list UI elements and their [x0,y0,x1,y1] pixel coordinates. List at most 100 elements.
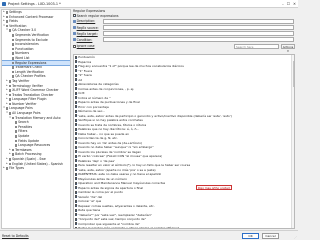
node-icon [14,135,18,138]
condition-field[interactable] [103,37,294,43]
search-regex-label: Search regular expressions [76,13,119,18]
close-button[interactable]: ✕ [293,2,296,6]
regex-target-row: RegEx target: [73,31,296,37]
minimize-button[interactable]: – [282,2,284,6]
rule-enabled-checkbox[interactable] [74,141,77,145]
rule-enabled-checkbox[interactable] [74,159,77,163]
rule-enabled-checkbox[interactable] [74,105,77,109]
search-regex-option[interactable]: Search regular expressions [73,14,296,19]
node-icon [11,33,15,37]
ok-button[interactable]: OK [242,233,259,239]
target-icon [73,32,76,35]
node-icon [5,20,9,23]
rule-enabled-checkbox[interactable] [74,128,77,132]
rule-enabled-checkbox[interactable] [74,56,77,60]
rule-enabled-checkbox[interactable] [74,119,77,123]
ignore-case-label: Ignore case [76,44,95,49]
node-icon [8,102,12,106]
condition-icon [73,38,76,42]
rule-enabled-checkbox[interactable] [74,132,77,136]
rule-enabled-checkbox[interactable] [74,96,77,100]
rule-enabled-checkbox[interactable] [74,200,77,204]
window-title: Project Settings - LXD-1003-1 * [8,1,61,6]
resize-grip-icon[interactable]: ⋰ [294,235,297,239]
node-icon [11,66,15,69]
rule-enabled-checkbox[interactable] [74,218,77,222]
title-bar: Project Settings - LXD-1003-1 * – ☐ ✕ [0,0,298,8]
maximize-button[interactable]: ☐ [287,2,290,6]
rule-enabled-checkbox[interactable] [74,92,77,96]
error-tooltip: Rojo mas ortho unidad [196,185,232,190]
rule-enabled-checkbox[interactable] [74,74,77,78]
rules-scrollbar[interactable] [291,55,294,228]
rule-enabled-checkbox[interactable] [74,168,77,172]
tree-item[interactable]: ▸ File Types [2,166,70,171]
node-icon [8,79,12,83]
rule-enabled-checkbox[interactable] [74,222,77,226]
reset-defaults-button[interactable]: Reset to Defaults [2,234,29,238]
node-icon [11,56,15,60]
search-regex-checkbox[interactable] [73,14,76,18]
source-icon [73,26,76,29]
rule-enabled-checkbox[interactable] [74,173,77,177]
node-icon [11,47,15,51]
node-icon [11,75,15,78]
rule-enabled-checkbox[interactable] [74,78,77,82]
node-icon [11,153,15,156]
description-row: Description: [73,19,296,25]
node-icon [11,148,15,152]
regex-source-field[interactable] [103,25,294,30]
rule-enabled-checkbox[interactable] [74,87,77,91]
rule-enabled-checkbox[interactable] [74,177,77,181]
cancel-button[interactable]: Cancel [262,233,279,239]
rule-enabled-checkbox[interactable] [74,195,77,199]
rule-enabled-checkbox[interactable] [74,191,77,195]
actions-dropdown[interactable]: Actions ▾ [281,44,295,53]
dialog-footer: Reset to Defaults OK Cancel ⋰ [0,230,298,240]
scrollbar-thumb[interactable] [292,61,294,87]
rule-enabled-checkbox[interactable] [74,60,77,64]
rule-description: Evitar la palabra más completa y ofrece … [78,226,180,229]
regex-target-field[interactable] [103,31,294,36]
rule-enabled-checkbox[interactable] [74,65,77,69]
regex-source-label: RegEx source: [76,25,99,30]
rule-enabled-checkbox[interactable] [74,186,77,190]
rule-enabled-checkbox[interactable] [74,114,77,118]
settings-tree: ▸ Settings ▸ Enhanced Content Processor ▸ Fie… [1,9,71,229]
node-icon [14,125,18,129]
rule-enabled-checkbox[interactable] [74,155,77,159]
rule-enabled-checkbox[interactable] [74,227,77,228]
ignore-case-option[interactable]: Ignore case [73,44,234,48]
condition-row: Condition: [73,37,296,43]
node-icon [8,98,12,101]
rule-enabled-checkbox[interactable] [74,182,77,186]
rules-list: PuntuaciónEspaciosFlag any encuentra "1 … [73,54,295,229]
rule-enabled-checkbox[interactable] [74,164,77,168]
rule-enabled-checkbox[interactable] [74,150,77,154]
rule-row[interactable]: Evitar la palabra más completa y ofrece … [74,226,294,229]
node-icon [5,107,9,111]
rule-enabled-checkbox[interactable] [74,101,77,105]
node-icon [11,38,15,42]
description-field[interactable] [103,19,294,24]
rule-enabled-checkbox[interactable] [74,209,77,213]
ignore-case-checkbox[interactable] [73,45,76,48]
node-icon [11,70,15,74]
rules-search-input[interactable]: Search here [234,44,279,49]
rule-enabled-checkbox[interactable] [74,69,77,73]
node-icon [8,93,12,97]
rule-enabled-checkbox[interactable] [74,213,77,217]
rule-description: Comas antes de conjunciones, , p. ej. [78,86,135,91]
rule-enabled-checkbox[interactable] [74,123,77,127]
node-icon [8,84,12,88]
node-icon [8,162,12,166]
rule-enabled-checkbox[interactable] [74,83,77,87]
node-icon [8,29,12,32]
node-icon [11,116,15,120]
node-icon [11,43,15,46]
rule-enabled-checkbox[interactable] [74,137,77,141]
rule-enabled-checkbox[interactable] [74,204,77,208]
rule-enabled-checkbox[interactable] [74,110,77,114]
node-icon [14,130,18,134]
rule-enabled-checkbox[interactable] [74,146,77,150]
